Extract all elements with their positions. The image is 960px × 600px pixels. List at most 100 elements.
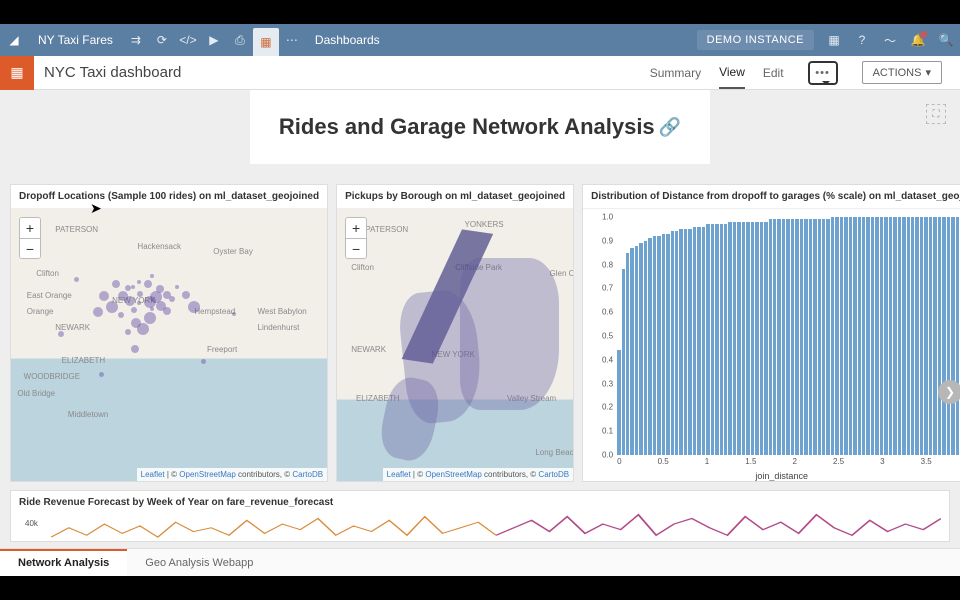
hist-bar — [688, 229, 691, 455]
hist-bar — [880, 217, 883, 455]
hist-bar — [684, 229, 687, 455]
code-icon[interactable]: </> — [175, 24, 201, 56]
panel-dropoff-map: Dropoff Locations (Sample 100 rides) on … — [10, 184, 328, 482]
refresh-icon[interactable]: ⟳ — [149, 24, 175, 56]
demo-instance-button[interactable]: DEMO INSTANCE — [697, 30, 814, 50]
discussion-icon[interactable]: ••• — [808, 61, 838, 85]
hist-bar — [715, 224, 718, 455]
hist-bar — [938, 217, 941, 455]
hist-bar — [889, 217, 892, 455]
page-tab-network[interactable]: Network Analysis — [0, 549, 127, 576]
tab-view[interactable]: View — [719, 56, 745, 89]
leaflet-link[interactable]: Leaflet — [387, 470, 411, 479]
chevron-down-icon: ▾ — [925, 66, 931, 79]
hist-bar — [804, 219, 807, 455]
map-attribution: Leaflet | © OpenStreetMap contributors, … — [383, 468, 573, 481]
printer-icon[interactable]: ⎙ — [227, 24, 253, 56]
hist-bar — [911, 217, 914, 455]
dropoff-map[interactable]: + − PATERSONHackensackOyster BayCliftonE… — [11, 209, 327, 481]
hist-bar — [818, 219, 821, 455]
hist-bar — [737, 222, 740, 455]
flow-icon[interactable]: ⇉ — [123, 24, 149, 56]
hist-bar — [635, 246, 638, 455]
dashboard-canvas: ➤ ⛶ Rides and Garage Network Analysis 🔗 … — [0, 90, 960, 548]
page-title: Rides and Garage Network Analysis — [279, 114, 655, 140]
hist-bar — [884, 217, 887, 455]
hist-bar — [822, 219, 825, 455]
search-icon[interactable]: 🔍 — [932, 24, 960, 56]
zoom-in-button[interactable]: + — [346, 218, 366, 238]
activity-icon[interactable]: 〜 — [876, 24, 904, 56]
brand-logo-icon[interactable]: ◢ — [0, 33, 28, 47]
osm-link[interactable]: OpenStreetMap — [425, 470, 481, 479]
histogram-chart: 0.00.10.20.30.40.50.60.70.80.91.0 Count … — [583, 209, 960, 481]
hist-bar — [956, 217, 959, 455]
zoom-out-button[interactable]: − — [346, 238, 366, 258]
zoom-control: + − — [345, 217, 367, 259]
carto-link[interactable]: CartoDB — [292, 470, 323, 479]
hist-bar — [947, 217, 950, 455]
hist-bar — [769, 219, 772, 455]
zoom-control: + − — [19, 217, 41, 259]
hist-bar — [693, 227, 696, 455]
hist-bar — [760, 222, 763, 455]
hist-bar — [813, 219, 816, 455]
link-icon[interactable]: 🔗 — [659, 117, 681, 138]
panel-pickups-title: Pickups by Borough on ml_dataset_geojoin… — [337, 185, 573, 209]
hist-bar — [728, 222, 731, 455]
hist-bar — [755, 222, 758, 455]
tab-summary[interactable]: Summary — [650, 56, 701, 89]
apps-grid-icon[interactable]: ▦ — [820, 24, 848, 56]
page-tab-geo[interactable]: Geo Analysis Webapp — [127, 549, 271, 576]
hist-bar — [764, 222, 767, 455]
breadcrumb-dashboards[interactable]: Dashboards — [305, 33, 390, 47]
hist-bar — [702, 227, 705, 455]
hist-bar — [844, 217, 847, 455]
hist-bar — [924, 217, 927, 455]
panel-pickups-map: Pickups by Borough on ml_dataset_geojoin… — [336, 184, 574, 482]
dashboard-page-tabs: Network Analysis Geo Analysis Webapp — [0, 548, 960, 576]
hist-bar — [675, 231, 678, 455]
hist-bar — [826, 219, 829, 455]
hist-bar — [653, 236, 656, 455]
hist-bar — [933, 217, 936, 455]
notifications-icon[interactable]: 🔔 — [904, 24, 932, 56]
fullscreen-icon[interactable]: ⛶ — [926, 104, 946, 124]
play-icon[interactable]: ▶ — [201, 24, 227, 56]
more-icon[interactable]: ⋯ — [279, 24, 305, 56]
hist-bar — [902, 217, 905, 455]
hist-bar — [720, 224, 723, 455]
hist-bar — [639, 243, 642, 455]
help-icon[interactable]: ? — [848, 24, 876, 56]
carto-link[interactable]: CartoDB — [538, 470, 569, 479]
hist-bar — [893, 217, 896, 455]
next-slide-button[interactable]: ❯ — [938, 380, 960, 404]
hist-bar — [733, 222, 736, 455]
forecast-ytick: 40k — [25, 519, 38, 528]
hist-bar — [742, 222, 745, 455]
panel-dropoff-title: Dropoff Locations (Sample 100 rides) on … — [11, 185, 327, 209]
hist-bar — [840, 217, 843, 455]
hist-bar — [751, 222, 754, 455]
project-name[interactable]: NY Taxi Fares — [28, 33, 123, 47]
tab-edit[interactable]: Edit — [763, 56, 784, 89]
zoom-in-button[interactable]: + — [20, 218, 40, 238]
hist-bar — [809, 219, 812, 455]
hist-bar — [853, 217, 856, 455]
osm-link[interactable]: OpenStreetMap — [179, 470, 235, 479]
hist-bar — [666, 234, 669, 455]
hist-bar — [866, 217, 869, 455]
leaflet-link[interactable]: Leaflet — [141, 470, 165, 479]
map-attribution: Leaflet | © OpenStreetMap contributors, … — [137, 468, 327, 481]
actions-button[interactable]: ACTIONS ▾ — [862, 61, 942, 84]
title-tile: Rides and Garage Network Analysis 🔗 — [250, 90, 710, 164]
dashboard-title: NYC Taxi dashboard — [34, 64, 181, 81]
hist-bar — [657, 236, 660, 455]
hist-bar — [622, 269, 625, 455]
pickups-map[interactable]: + − PATERSONYONKERSCliftonCliffside Park… — [337, 209, 573, 481]
panel-hist-title: Distribution of Distance from dropoff to… — [583, 185, 960, 209]
dashboard-icon[interactable]: ▦ — [253, 28, 279, 56]
hist-bar — [795, 219, 798, 455]
forecast-chart — [51, 511, 941, 539]
zoom-out-button[interactable]: − — [20, 238, 40, 258]
